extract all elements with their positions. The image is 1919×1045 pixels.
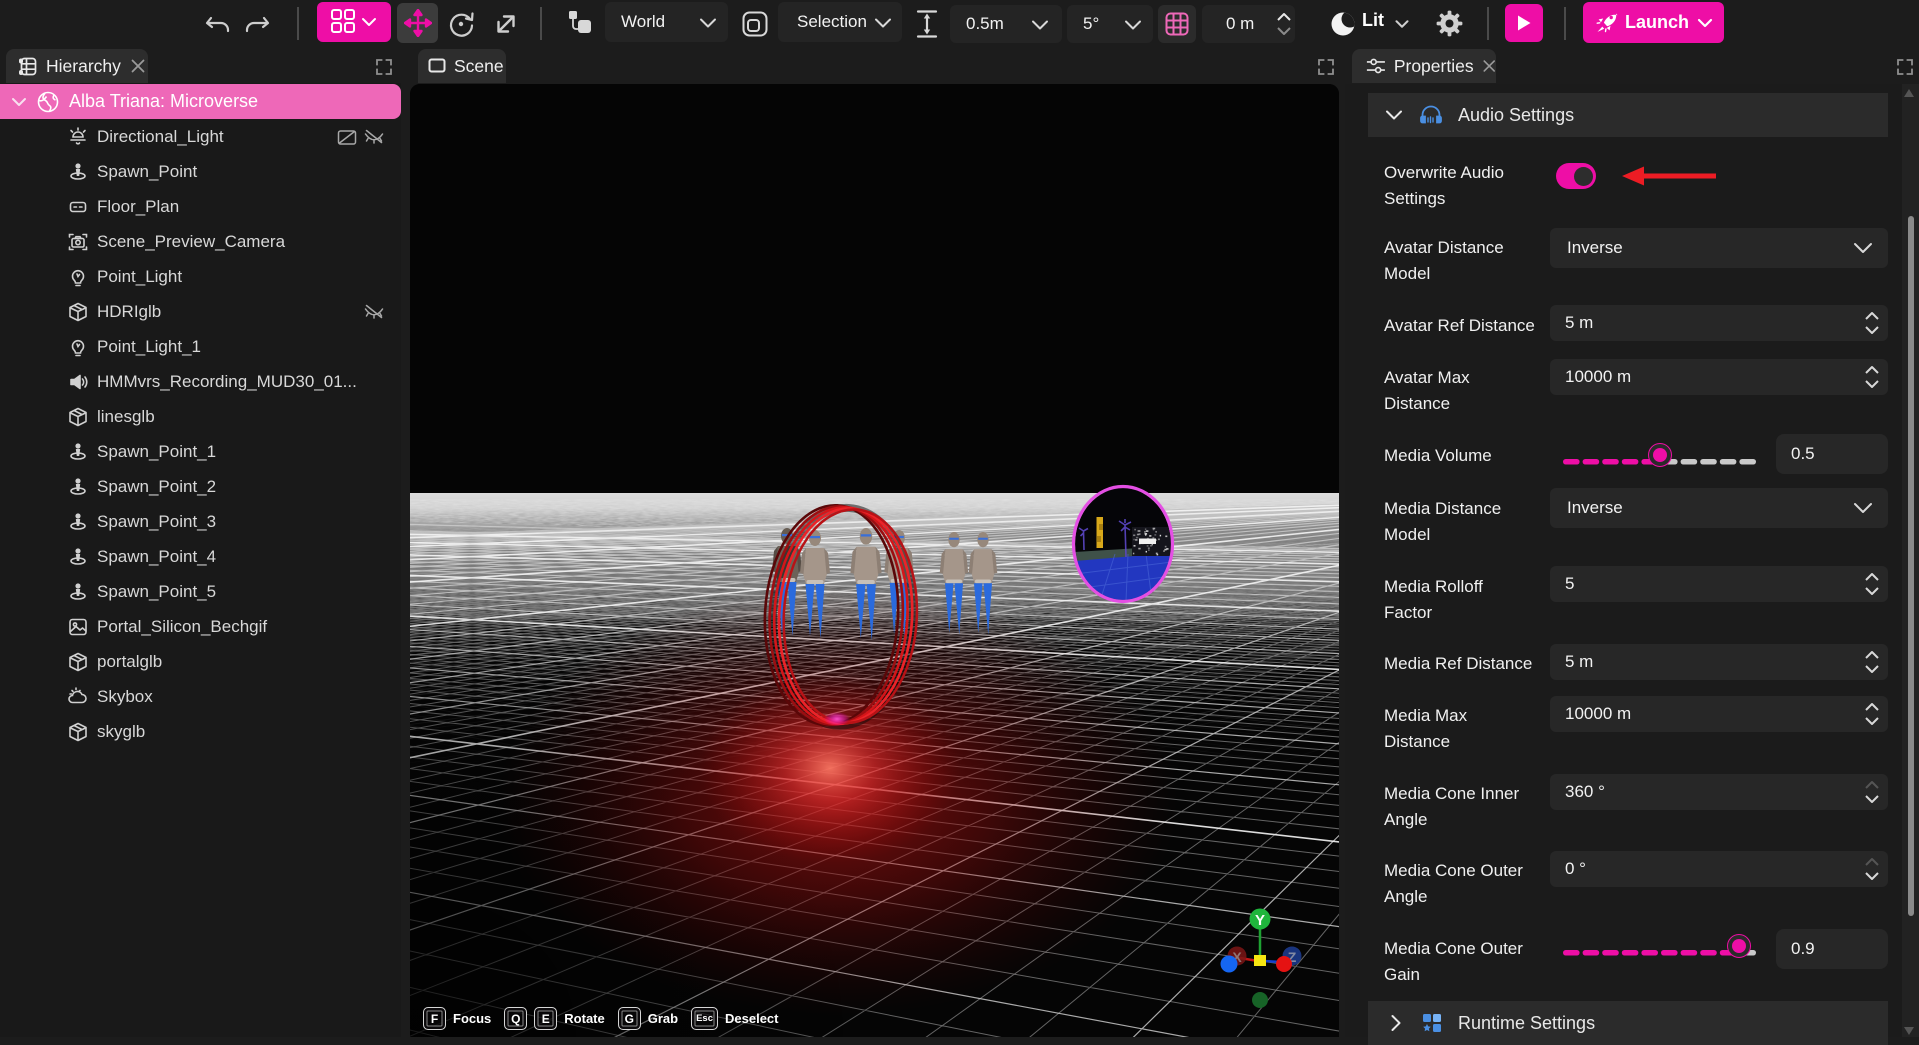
svg-text:Y: Y [1255,912,1265,929]
